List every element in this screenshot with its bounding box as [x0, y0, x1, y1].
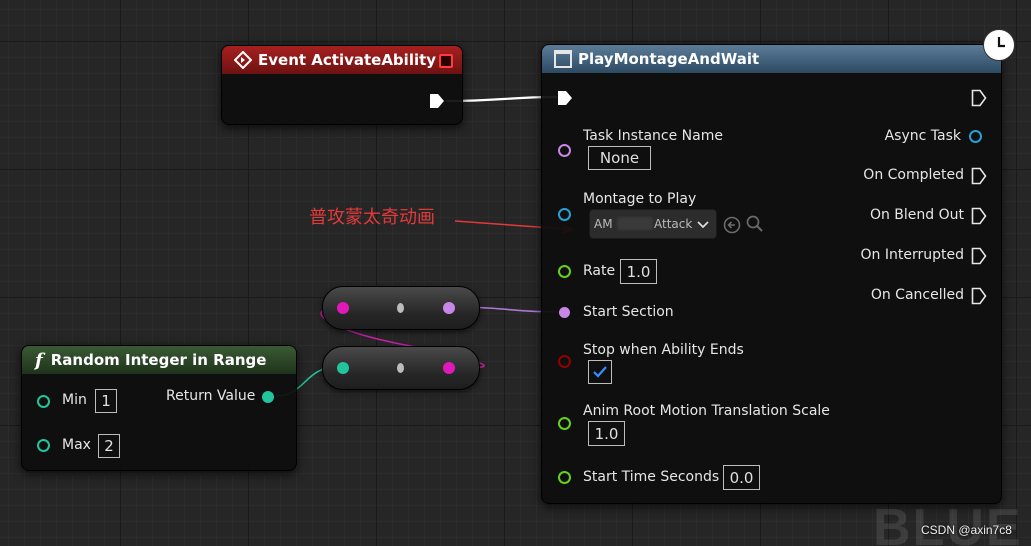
on-interrupted-exec-pin[interactable]	[971, 247, 987, 265]
montage-asset-redacted	[617, 217, 653, 230]
anim-root-motion-field[interactable]: 1.0	[588, 421, 625, 446]
random-node-title: Random Integer in Range	[50, 351, 267, 369]
montage-exec-in-pin[interactable]	[557, 90, 573, 106]
reroute-top-out-pin[interactable]	[443, 302, 455, 314]
start-section-pin[interactable]	[559, 307, 570, 318]
anim-root-motion-pin[interactable]	[558, 417, 571, 430]
montage-node-header[interactable]: PlayMontageAndWait	[542, 45, 1001, 73]
start-section-label: Start Section	[583, 304, 674, 320]
max-label: Max	[62, 437, 91, 453]
on-cancelled-exec-pin[interactable]	[971, 287, 987, 305]
montage-node-title: PlayMontageAndWait	[578, 50, 760, 68]
min-pin[interactable]	[37, 395, 50, 408]
reroute-node-top[interactable]	[322, 286, 480, 330]
rate-field[interactable]: 1.0	[620, 259, 657, 284]
reroute-node-bottom[interactable]	[322, 346, 480, 390]
on-completed-exec-pin[interactable]	[971, 167, 987, 185]
start-time-seconds-pin[interactable]	[558, 471, 571, 484]
function-icon: f	[35, 349, 43, 371]
event-exec-out-pin[interactable]	[429, 93, 445, 109]
on-blend-out-exec-pin[interactable]	[971, 207, 987, 225]
reroute-top-center	[397, 303, 404, 313]
use-selected-asset-icon[interactable]	[723, 216, 741, 234]
latent-clock-icon	[983, 29, 1015, 61]
async-task-label: Async Task	[884, 128, 961, 144]
browse-search-icon[interactable]	[746, 215, 764, 233]
stop-when-ability-ends-pin[interactable]	[558, 355, 571, 368]
async-task-pin[interactable]	[969, 130, 982, 143]
montage-asset-suffix: Attack	[654, 217, 693, 231]
watermark-text: CSDN @axin7c8	[921, 523, 1012, 537]
montage-to-play-pin[interactable]	[558, 208, 571, 221]
task-instance-name-field[interactable]: None	[588, 146, 651, 170]
play-montage-and-wait-node[interactable]: PlayMontageAndWait Task Instance Name No…	[541, 44, 1002, 504]
anim-root-motion-label: Anim Root Motion Translation Scale	[583, 403, 830, 419]
checkmark-icon	[593, 366, 607, 378]
max-pin[interactable]	[37, 439, 50, 452]
max-field[interactable]: 2	[98, 434, 120, 458]
random-integer-in-range-node[interactable]: f Random Integer in Range Min 1 Max 2 Re…	[21, 345, 297, 471]
chevron-down-icon	[697, 221, 709, 229]
event-activate-ability-node[interactable]: Event ActivateAbility	[221, 45, 463, 125]
annotation-text: 普攻蒙太奇动画	[309, 207, 435, 228]
stop-when-ability-ends-label: Stop when Ability Ends	[583, 342, 744, 358]
event-diamond-icon	[234, 51, 252, 69]
event-node-title: Event ActivateAbility	[258, 51, 437, 69]
return-value-pin[interactable]	[262, 391, 274, 403]
montage-asset-dropdown[interactable]: AM Attack	[589, 209, 717, 239]
stop-when-ability-ends-checkbox[interactable]	[588, 360, 612, 384]
start-time-seconds-label: Start Time Seconds	[583, 469, 720, 485]
min-label: Min	[62, 392, 87, 408]
montage-asset-prefix: AM	[594, 217, 613, 231]
on-completed-label: On Completed	[863, 167, 964, 183]
montage-to-play-label: Montage to Play	[583, 191, 697, 207]
task-instance-name-pin[interactable]	[558, 144, 571, 157]
return-value-label: Return Value	[166, 388, 256, 404]
rate-pin[interactable]	[558, 265, 571, 278]
on-blend-out-label: On Blend Out	[869, 207, 964, 223]
task-instance-name-label: Task Instance Name	[583, 128, 723, 144]
rate-label: Rate	[583, 263, 616, 279]
reroute-top-in-pin[interactable]	[337, 302, 349, 314]
min-field[interactable]: 1	[95, 389, 117, 413]
random-node-header[interactable]: f Random Integer in Range	[22, 346, 296, 374]
reroute-bottom-out-pin[interactable]	[443, 362, 455, 374]
start-time-seconds-field[interactable]: 0.0	[723, 465, 760, 490]
montage-exec-out-pin[interactable]	[971, 89, 987, 107]
on-cancelled-label: On Cancelled	[870, 287, 964, 303]
event-close-icon[interactable]	[439, 54, 453, 68]
on-interrupted-label: On Interrupted	[860, 247, 964, 263]
event-node-header[interactable]: Event ActivateAbility	[222, 46, 462, 74]
reroute-bottom-center	[397, 363, 404, 373]
montage-task-icon	[554, 50, 572, 68]
reroute-bottom-in-pin[interactable]	[337, 362, 349, 374]
